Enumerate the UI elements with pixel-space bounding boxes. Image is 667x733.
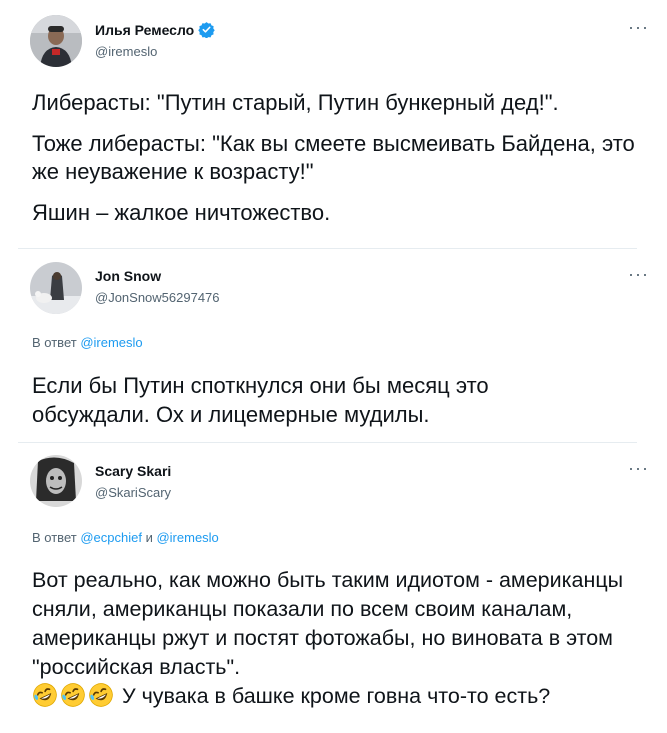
reply-mention-link[interactable]: @ecpchief [80, 530, 142, 545]
rolling-on-floor-laughing-icon [89, 683, 113, 707]
rolling-on-floor-laughing-icon [61, 683, 85, 707]
reply-mention-link[interactable]: @iremeslo [156, 530, 218, 545]
avatar[interactable] [30, 455, 82, 507]
tweet-body: Вот реально, как можно быть таким идиото… [32, 566, 645, 711]
author-handle[interactable]: @SkariScary [95, 485, 171, 500]
avatar[interactable] [30, 262, 82, 314]
reply-prefix: В ответ [32, 335, 77, 350]
verified-badge-icon [198, 22, 215, 38]
avatar[interactable] [30, 15, 82, 67]
avatar-photo [30, 262, 82, 314]
reply-prefix: В ответ [32, 530, 77, 545]
reply-context: В ответ @ecpchief и @iremeslo [32, 530, 219, 545]
more-options-icon[interactable]: ··· [628, 459, 649, 477]
author-handle[interactable]: @iremeslo [95, 44, 157, 59]
tweet-body: Либерасты: "Путин старый, Путин бункерны… [32, 89, 647, 227]
tweet-body: Если бы Путин споткнулся они бы месяц эт… [32, 371, 572, 429]
rolling-on-floor-laughing-icon [33, 683, 57, 707]
tweet-paragraph: Тоже либерасты: "Как вы смеете высмеиват… [32, 131, 635, 184]
tweet-scaryskari: Scary Skari @SkariScary ··· В ответ @ecp… [0, 443, 667, 733]
tweet-text: У чувака в башке кроме говна что-то есть… [116, 684, 551, 708]
tweet-paragraph: Вот реально, как можно быть таким идиото… [32, 566, 645, 711]
author-name[interactable]: Scary Skari [95, 463, 171, 479]
tweet-iremeslo: Илья Ремесло @iremeslo ··· Либерасты: "П… [0, 0, 667, 250]
author-name[interactable]: Jon Snow [95, 268, 161, 284]
tweet-paragraph: Если бы Путин споткнулся они бы месяц эт… [32, 373, 489, 427]
author-handle[interactable]: @JonSnow56297476 [95, 290, 220, 305]
author-name[interactable]: Илья Ремесло [95, 22, 194, 38]
avatar-photo [30, 15, 82, 67]
avatar-photo [30, 455, 82, 507]
more-options-icon[interactable]: ··· [628, 265, 649, 283]
tweet-jonsnow: Jon Snow @JonSnow56297476 ··· В ответ @i… [0, 249, 667, 449]
tweet-paragraph: Яшин – жалкое ничтожество. [32, 200, 331, 225]
reply-mention-link[interactable]: @iremeslo [80, 335, 142, 350]
reply-joiner: и [145, 530, 153, 545]
tweet-text: Вот реально, как можно быть таким идиото… [32, 568, 624, 679]
more-options-icon[interactable]: ··· [628, 18, 649, 36]
reply-context: В ответ @iremeslo [32, 335, 143, 350]
tweet-paragraph: Либерасты: "Путин старый, Путин бункерны… [32, 90, 559, 115]
